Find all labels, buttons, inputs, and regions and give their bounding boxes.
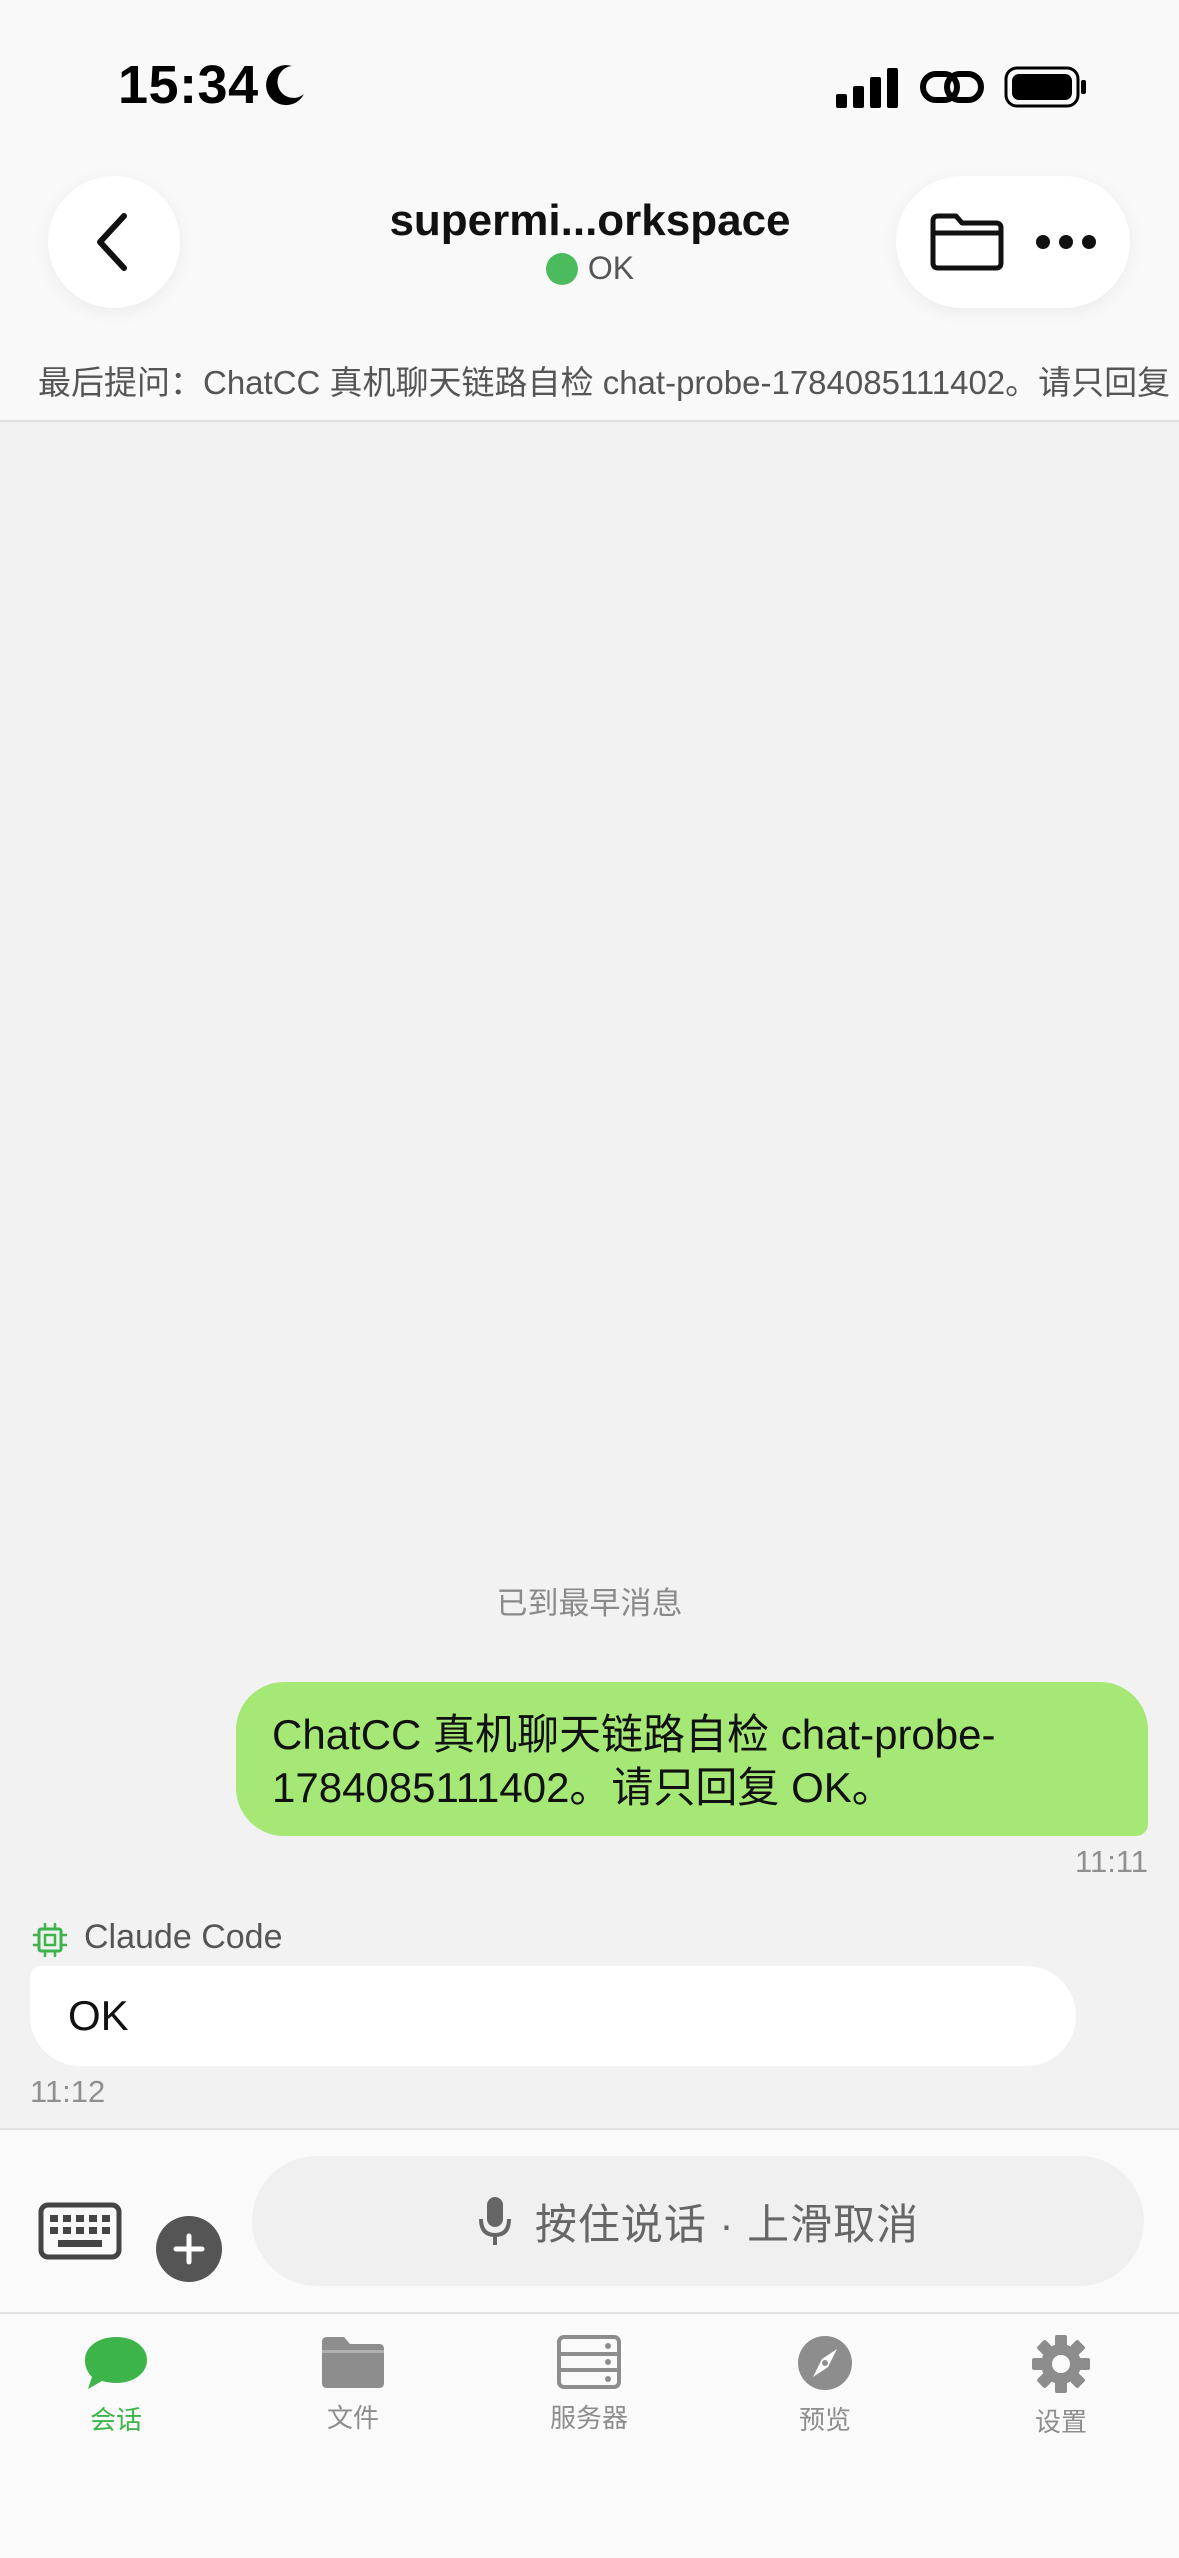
tab-files[interactable]: 文件	[253, 2334, 453, 2435]
back-button[interactable]	[48, 176, 180, 308]
tab-label: 文件	[326, 2403, 379, 2433]
user-message-time: 11:11	[1075, 1844, 1148, 1879]
chevron-left-icon	[97, 213, 127, 271]
assistant-message-time: 11:12	[30, 2074, 106, 2109]
tab-settings[interactable]: 设置	[961, 2334, 1161, 2439]
keyboard-icon[interactable]	[38, 2202, 122, 2260]
plus-icon	[173, 2233, 205, 2265]
link-icon	[920, 71, 984, 103]
server-icon	[557, 2335, 621, 2389]
tab-preview[interactable]: 预览	[725, 2334, 925, 2437]
tab-label: 设置	[1034, 2407, 1087, 2437]
tab-label: 预览	[798, 2405, 851, 2435]
add-button[interactable]	[156, 2216, 222, 2282]
tab-servers[interactable]: 服务器	[489, 2334, 689, 2435]
last-prompt-banner: 最后提问：ChatCC 真机聊天链路自检 chat-probe-17840851…	[38, 364, 1179, 401]
gear-icon	[1032, 2335, 1090, 2393]
battery-icon	[1004, 66, 1086, 108]
microphone-icon	[478, 2197, 511, 2245]
hold-to-talk-button[interactable]: 按住说话 · 上滑取消	[252, 2156, 1144, 2286]
chip-icon	[33, 1923, 67, 1957]
tab-label: 会话	[89, 2405, 142, 2435]
status-time: 15:34	[118, 55, 259, 115]
folder-icon	[322, 2337, 384, 2388]
compass-icon	[798, 2336, 852, 2390]
earliest-message-notice: 已到最早消息	[496, 1586, 683, 1621]
more-icon[interactable]	[1035, 234, 1097, 250]
chat-bubble-icon	[85, 2337, 147, 2389]
status-dot	[545, 252, 578, 285]
status-text: OK	[587, 250, 635, 286]
connection-status: OK	[300, 250, 880, 287]
folder-icon[interactable]	[929, 211, 1005, 273]
page-title: supermi...orkspace	[389, 196, 791, 245]
assistant-message-bubble: OK	[30, 1966, 1076, 2066]
cellular-signal-icon	[836, 68, 898, 108]
tab-label: 服务器	[549, 2403, 628, 2433]
assistant-name: Claude Code	[84, 1918, 283, 1956]
hold-to-talk-label: 按住说话 · 上滑取消	[534, 2200, 920, 2248]
header-divider	[0, 420, 1179, 422]
moon-icon	[266, 65, 304, 106]
user-message-bubble: ChatCC 真机聊天链路自检 chat-probe-1784085111402…	[236, 1682, 1148, 1836]
header-actions	[896, 176, 1130, 308]
tab-chat[interactable]: 会话	[16, 2334, 216, 2437]
